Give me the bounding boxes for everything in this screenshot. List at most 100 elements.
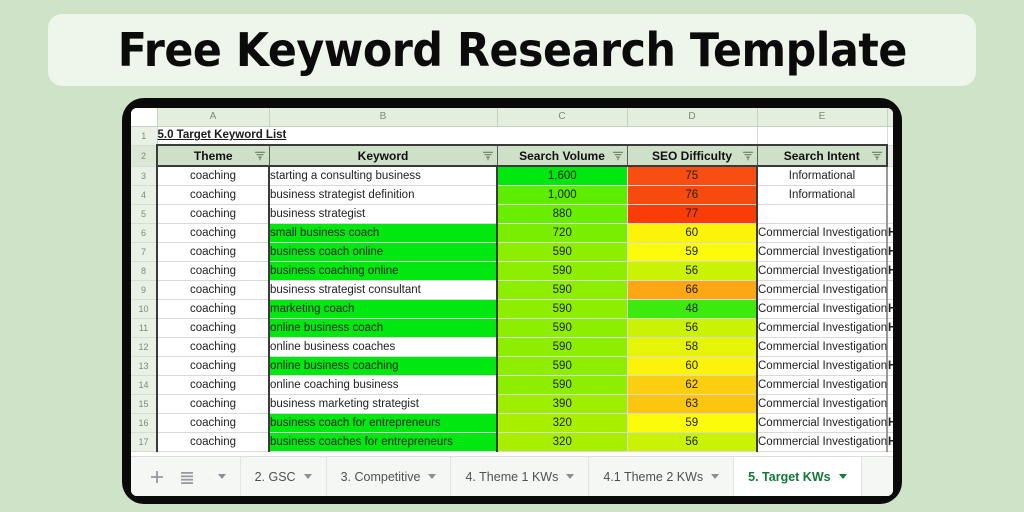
cell-keyword[interactable]: starting a consulting business [268,165,498,186]
cell-search-volume[interactable]: 320 [496,431,628,452]
cell-search-volume[interactable]: 720 [496,222,628,243]
caret-down-icon[interactable] [711,474,720,479]
spreadsheet-grid[interactable]: A B C D E 1 5.0 Target Keyword List 2 Theme Keywo… [131,108,893,452]
column-header-e[interactable]: E [756,108,888,127]
row-number[interactable]: 11 [131,317,158,338]
table-row[interactable]: 15 coaching business marketing strategist 3… [131,393,893,414]
cell-search-intent[interactable]: Commercial Investigation [756,222,888,243]
column-header-d[interactable]: D [626,108,758,127]
row-number[interactable]: 8 [131,260,158,281]
table-row[interactable]: 14 coaching online coaching business 590 62 C… [131,374,893,395]
cell-overflow[interactable]: H [886,298,893,319]
cell-search-intent[interactable]: Commercial Investigation [756,279,888,300]
cell-search-intent[interactable]: Commercial Investigation [756,336,888,357]
cell-keyword[interactable]: business marketing strategist [268,393,498,414]
cell-seo-difficulty[interactable]: 56 [626,317,758,338]
row-number[interactable]: 16 [131,412,158,433]
cell-search-volume[interactable]: 880 [496,203,628,224]
column-title-search-volume[interactable]: Search Volume [496,144,628,167]
cell-keyword[interactable]: marketing coach [268,298,498,319]
cell-theme[interactable]: coaching [156,374,270,395]
row-number[interactable]: 1 [131,125,158,146]
table-row[interactable]: 9 coaching business strategist consultant 5… [131,279,893,300]
cell-search-intent[interactable]: Informational [756,184,888,205]
row-number[interactable]: 13 [131,355,158,376]
cell-search-intent[interactable]: Commercial Investigation [756,431,888,452]
cell-overflow[interactable]: H [886,412,893,433]
column-header-a[interactable]: A [156,108,270,127]
sheet-tabs[interactable]: emes 2. GSC 3. Competitive 4. Theme 1 KWs 4.… [209,457,893,496]
cell-seo-difficulty[interactable]: 58 [626,336,758,357]
column-title-search-intent[interactable]: Search Intent [756,144,888,167]
cell-seo-difficulty[interactable]: 76 [626,184,758,205]
table-row[interactable]: 11 coaching online business coach 590 56 Comm… [131,317,893,338]
sheet-tab-2-gsc[interactable]: 2. GSC [241,457,327,496]
banner-blank-cell[interactable] [887,125,893,146]
cell-search-volume[interactable]: 590 [496,317,628,338]
row-number[interactable]: 10 [131,298,158,319]
cell-overflow[interactable]: H [886,260,893,281]
row-number[interactable]: 2 [131,144,158,167]
cell-theme[interactable]: coaching [156,393,270,414]
cell-seo-difficulty[interactable]: 60 [626,355,758,376]
cell-keyword[interactable]: business strategist [268,203,498,224]
row-number[interactable]: 17 [131,431,158,452]
row-number[interactable]: 5 [131,203,158,224]
cell-search-volume[interactable]: 590 [496,279,628,300]
cell-theme[interactable]: coaching [156,412,270,433]
cell-theme[interactable]: coaching [156,317,270,338]
spreadsheet-area[interactable]: A B C D E 1 5.0 Target Keyword List 2 Theme Keywo… [131,108,893,456]
cell-search-intent[interactable]: Commercial Investigation [756,412,888,433]
table-row[interactable]: 6 coaching small business coach 720 60 Commer… [131,222,893,243]
cell-search-volume[interactable]: 1,000 [496,184,628,205]
cell-search-intent[interactable]: Commercial Investigation [756,241,888,262]
cell-search-intent[interactable]: Commercial Investigation [756,393,888,414]
table-row[interactable]: 10 coaching marketing coach 590 48 Commercial… [131,298,893,319]
cell-search-intent[interactable]: Informational [756,165,888,186]
sheet-tab-bar[interactable]: emes 2. GSC 3. Competitive 4. Theme 1 KWs 4.… [131,456,893,496]
cell-theme[interactable]: coaching [156,279,270,300]
cell-search-volume[interactable]: 590 [496,298,628,319]
cell-overflow[interactable] [886,184,893,205]
caret-down-icon[interactable] [428,474,437,479]
cell-overflow[interactable] [886,336,893,357]
cell-search-volume[interactable]: 390 [496,393,628,414]
cell-search-volume[interactable]: 590 [496,260,628,281]
cell-overflow[interactable] [886,279,893,300]
cell-theme[interactable]: coaching [156,241,270,262]
row-number[interactable]: 7 [131,241,158,262]
column-header-c[interactable]: C [496,108,628,127]
sheet-tab-4-theme-1-kws[interactable]: 4. Theme 1 KWs [451,457,590,496]
cell-overflow[interactable] [886,203,893,224]
table-row[interactable]: 16 coaching business coach for entrepreneu… [131,412,893,433]
cell-search-volume[interactable]: 590 [496,355,628,376]
cell-keyword[interactable]: business coach for entrepreneurs [268,412,498,433]
cell-search-volume[interactable]: 590 [496,374,628,395]
cell-search-intent[interactable] [756,203,888,224]
table-row[interactable]: 7 coaching business coach online 590 59 Comme… [131,241,893,262]
filter-funnel-icon[interactable] [872,151,882,160]
cell-seo-difficulty[interactable]: 60 [626,222,758,243]
caret-down-icon[interactable] [217,474,226,479]
hamburger-list-icon[interactable] [179,469,195,485]
table-row[interactable]: 5 coaching business strategist 880 77 [131,203,893,224]
cell-seo-difficulty[interactable]: 59 [626,241,758,262]
cell-overflow[interactable] [886,393,893,414]
grid-corner[interactable] [131,108,158,127]
row-number[interactable]: 12 [131,336,158,357]
cell-theme[interactable]: coaching [156,203,270,224]
sheet-tab-5-target-kws[interactable]: 5. Target KWs [734,457,862,496]
cell-search-intent[interactable]: Commercial Investigation [756,260,888,281]
table-row[interactable]: 3 coaching starting a consulting business 1… [131,165,893,186]
cell-seo-difficulty[interactable]: 48 [626,298,758,319]
sheet-tab-emes[interactable]: emes [209,457,241,496]
cell-theme[interactable]: coaching [156,222,270,243]
cell-theme[interactable]: coaching [156,298,270,319]
cell-overflow[interactable]: H [886,317,893,338]
caret-down-icon[interactable] [303,474,312,479]
caret-down-icon[interactable] [838,474,847,479]
cell-theme[interactable]: coaching [156,184,270,205]
filter-funnel-icon[interactable] [482,151,493,160]
cell-seo-difficulty[interactable]: 77 [626,203,758,224]
row-number[interactable]: 14 [131,374,158,395]
